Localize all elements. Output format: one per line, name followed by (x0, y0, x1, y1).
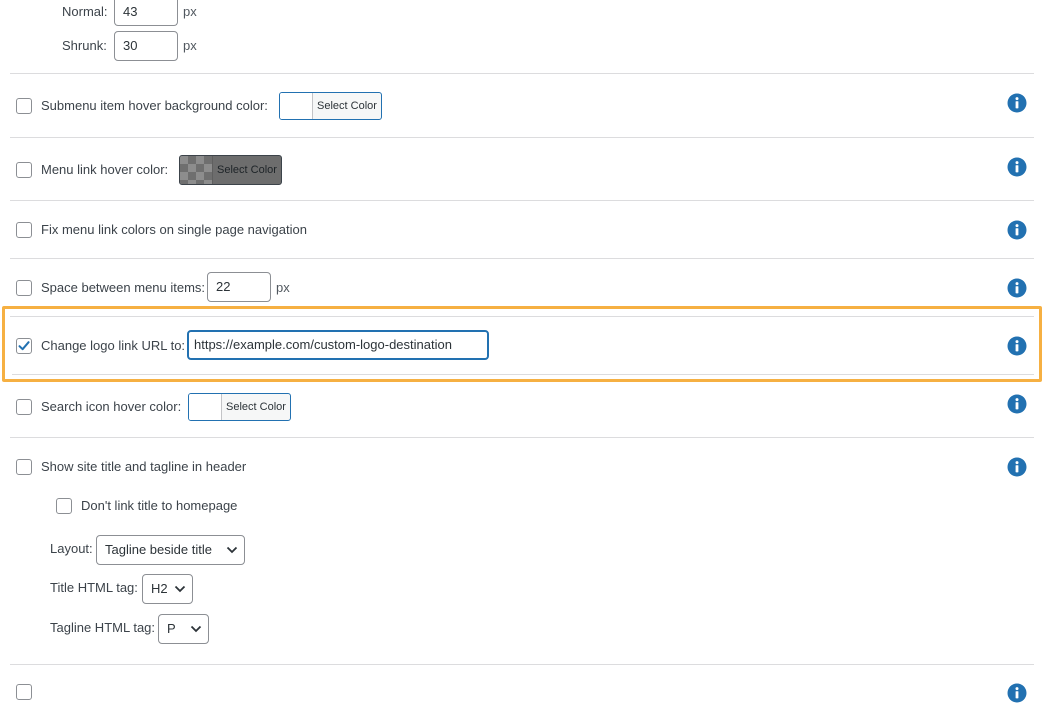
site-title-label: Show site title and tagline in header (41, 459, 247, 474)
shrunk-size-unit: px (183, 38, 197, 53)
search-icon-hover-checkbox[interactable] (16, 399, 32, 415)
divider (10, 437, 1034, 438)
next-row-checkbox[interactable] (16, 684, 32, 700)
divider (10, 200, 1034, 201)
tagline-tag-select[interactable]: P (158, 614, 209, 644)
title-tag-select-value: H2 (151, 581, 168, 596)
chevron-down-icon (174, 585, 186, 593)
space-between-label: Space between menu items: (41, 280, 206, 295)
fix-menu-link-checkbox[interactable] (16, 222, 32, 238)
normal-size-label: Normal: (62, 4, 108, 19)
info-icon[interactable] (1007, 336, 1027, 356)
layout-select-value: Tagline beside title (105, 542, 212, 557)
submenu-hover-bg-checkbox[interactable] (16, 98, 32, 114)
space-between-input[interactable]: 22 (207, 272, 271, 302)
select-color-label: Select Color (217, 164, 277, 176)
logo-link-label: Change logo link URL to: (41, 338, 186, 353)
info-icon[interactable] (1007, 220, 1027, 240)
info-icon[interactable] (1007, 457, 1027, 477)
search-icon-hover-color-button[interactable]: Select Color (188, 393, 291, 421)
menu-link-hover-checkbox[interactable] (16, 162, 32, 178)
layout-label: Layout: (50, 541, 93, 556)
title-tag-select[interactable]: H2 (142, 574, 193, 604)
select-color-label: Select Color (317, 100, 377, 112)
space-between-unit: px (276, 280, 290, 295)
submenu-hover-bg-color-button[interactable]: Select Color (279, 92, 382, 120)
transparent-swatch (180, 156, 213, 184)
shrunk-size-label: Shrunk: (62, 38, 107, 53)
title-tag-label: Title HTML tag: (50, 580, 138, 595)
info-icon[interactable] (1007, 394, 1027, 414)
tagline-tag-label: Tagline HTML tag: (50, 620, 156, 635)
info-icon[interactable] (1007, 683, 1027, 703)
shrunk-size-input[interactable]: 30 (114, 31, 178, 61)
normal-size-unit: px (183, 4, 197, 19)
logo-link-url-value: https://example.com/custom-logo-destinat… (194, 337, 452, 352)
divider (12, 374, 1034, 375)
submenu-hover-bg-label: Submenu item hover background color: (41, 98, 268, 113)
info-icon[interactable] (1007, 93, 1027, 113)
dont-link-title-checkbox[interactable] (56, 498, 72, 514)
divider (10, 137, 1034, 138)
tagline-tag-select-value: P (167, 621, 176, 636)
normal-size-input[interactable]: 43 (114, 0, 178, 26)
site-title-checkbox[interactable] (16, 459, 32, 475)
fix-menu-link-label: Fix menu link colors on single page navi… (41, 222, 307, 237)
chevron-down-icon (190, 625, 202, 633)
search-icon-hover-label: Search icon hover color: (41, 399, 182, 414)
info-icon[interactable] (1007, 157, 1027, 177)
menu-link-hover-color-button[interactable]: Select Color (179, 155, 282, 185)
color-swatch (280, 93, 313, 119)
logo-link-checkbox[interactable] (16, 338, 32, 354)
select-color-label: Select Color (226, 401, 286, 413)
divider (10, 73, 1034, 74)
info-icon[interactable] (1007, 278, 1027, 298)
checkmark-icon (18, 341, 30, 351)
logo-link-url-input[interactable]: https://example.com/custom-logo-destinat… (187, 330, 489, 360)
space-between-checkbox[interactable] (16, 280, 32, 296)
color-swatch (189, 394, 222, 420)
divider (10, 258, 1034, 259)
divider (10, 316, 1034, 317)
layout-select[interactable]: Tagline beside title (96, 535, 245, 565)
menu-link-hover-label: Menu link hover color: (41, 162, 169, 177)
divider (10, 664, 1034, 665)
dont-link-title-label: Don't link title to homepage (81, 498, 238, 513)
chevron-down-icon (226, 546, 238, 554)
